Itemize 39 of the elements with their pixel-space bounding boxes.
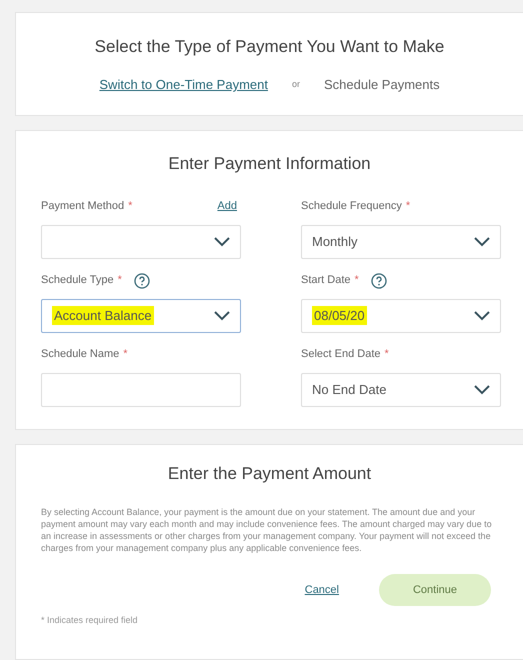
footnote-text: * Indicates required field — [41, 614, 139, 628]
add-link[interactable]: Add — [217, 198, 237, 215]
select-field[interactable]: Monthly — [301, 224, 501, 259]
field-value: Account Balance — [52, 306, 154, 326]
switch-link[interactable]: Switch to One-Time Payment — [99, 75, 268, 95]
cancel-link[interactable]: Cancel — [304, 582, 339, 598]
field-label: Schedule Name — [41, 347, 120, 362]
description-paragraph: By selecting Account Balance, your payment is the amount due on your statement. The amount due and your payment amount may vary each month and may include convenience fees. The amount charged may vary due to an increase in assessments or other charges from your management company. Your payment will not exceed the charges from your management company plus any applicable convenience fees. — [41, 506, 493, 554]
required-mark: * — [128, 199, 132, 214]
required-mark: * — [354, 273, 359, 288]
select-field[interactable]: 08/05/20 — [301, 298, 501, 333]
field-label: Payment Method — [41, 199, 124, 214]
required-mark: * — [118, 273, 122, 288]
chevron-down-icon — [214, 236, 230, 247]
field-label: Start Date — [301, 273, 351, 288]
help-icon[interactable] — [370, 272, 387, 289]
select-field[interactable] — [41, 224, 241, 259]
section-title: Enter the Payment Amount — [166, 462, 372, 485]
chevron-down-icon — [474, 236, 490, 247]
current-option: Schedule Payments — [324, 75, 440, 95]
input-field[interactable] — [41, 372, 241, 407]
field-label: Schedule Frequency — [301, 199, 402, 214]
required-mark: * — [123, 347, 128, 362]
section-title: Enter Payment Information — [167, 153, 372, 176]
field-value: Monthly — [312, 232, 358, 251]
field-label: Select End Date — [301, 347, 380, 362]
field-label: Schedule Type — [41, 273, 114, 288]
required-mark: * — [406, 199, 410, 214]
select-field[interactable]: No End Date — [301, 372, 501, 407]
section-title: Select the Type of Payment You Want to Make — [94, 36, 444, 58]
field-value: 08/05/20 — [312, 306, 367, 326]
select-field[interactable]: Account Balance — [41, 298, 241, 333]
field-value: No End Date — [312, 380, 386, 399]
separator-text: or — [292, 78, 300, 92]
chevron-down-icon — [474, 384, 490, 395]
help-icon[interactable] — [134, 272, 150, 289]
required-mark: * — [384, 347, 389, 362]
chevron-down-icon — [214, 310, 230, 321]
chevron-down-icon — [474, 310, 490, 321]
